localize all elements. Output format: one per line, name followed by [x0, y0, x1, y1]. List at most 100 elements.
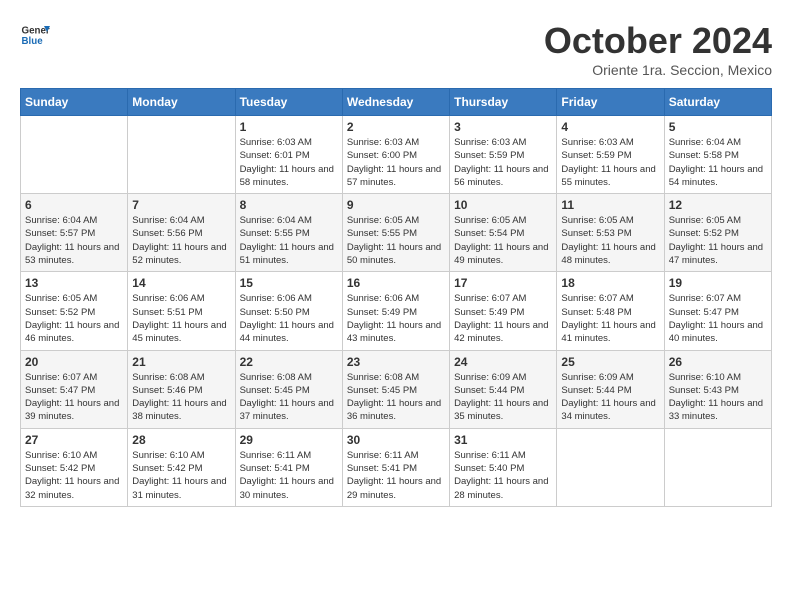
day-number: 1 [240, 120, 338, 134]
day-info: Sunrise: 6:08 AM Sunset: 5:45 PM Dayligh… [240, 371, 338, 424]
calendar-day-cell: 31 Sunrise: 6:11 AM Sunset: 5:40 PM Dayli… [450, 428, 557, 506]
calendar-day-cell: 11 Sunrise: 6:05 AM Sunset: 5:53 PM Dayli… [557, 194, 664, 272]
day-number: 2 [347, 120, 445, 134]
calendar-day-cell [557, 428, 664, 506]
day-number: 17 [454, 276, 552, 290]
day-number: 6 [25, 198, 123, 212]
day-number: 25 [561, 355, 659, 369]
day-info: Sunrise: 6:04 AM Sunset: 5:55 PM Dayligh… [240, 214, 338, 267]
weekday-header-friday: Friday [557, 89, 664, 116]
calendar-day-cell [21, 116, 128, 194]
day-info: Sunrise: 6:08 AM Sunset: 5:45 PM Dayligh… [347, 371, 445, 424]
day-number: 23 [347, 355, 445, 369]
day-info: Sunrise: 6:11 AM Sunset: 5:41 PM Dayligh… [347, 449, 445, 502]
day-number: 4 [561, 120, 659, 134]
calendar-day-cell: 9 Sunrise: 6:05 AM Sunset: 5:55 PM Daylig… [342, 194, 449, 272]
logo: General Blue [20, 20, 50, 50]
calendar-day-cell: 28Sunrise: 6:10 AM Sunset: 5:42 PM Dayli… [128, 428, 235, 506]
day-number: 10 [454, 198, 552, 212]
day-info: Sunrise: 6:03 AM Sunset: 6:01 PM Dayligh… [240, 136, 338, 189]
day-info: Sunrise: 6:10 AM Sunset: 5:43 PM Dayligh… [669, 371, 767, 424]
day-info: Sunrise: 6:07 AM Sunset: 5:47 PM Dayligh… [25, 371, 123, 424]
day-info: Sunrise: 6:10 AM Sunset: 5:42 PM Dayligh… [25, 449, 123, 502]
day-info: Sunrise: 6:11 AM Sunset: 5:40 PM Dayligh… [454, 449, 552, 502]
day-info: Sunrise: 6:03 AM Sunset: 5:59 PM Dayligh… [561, 136, 659, 189]
calendar-day-cell: 17 Sunrise: 6:07 AM Sunset: 5:49 PM Dayli… [450, 272, 557, 350]
calendar-header-row: SundayMondayTuesdayWednesdayThursdayFrid… [21, 89, 772, 116]
day-info: Sunrise: 6:07 AM Sunset: 5:47 PM Dayligh… [669, 292, 767, 345]
calendar-week-row: 20 Sunrise: 6:07 AM Sunset: 5:47 PM Dayli… [21, 350, 772, 428]
day-info: Sunrise: 6:03 AM Sunset: 6:00 PM Dayligh… [347, 136, 445, 189]
calendar-day-cell: 5 Sunrise: 6:04 AM Sunset: 5:58 PM Daylig… [664, 116, 771, 194]
calendar-day-cell: 24 Sunrise: 6:09 AM Sunset: 5:44 PM Dayli… [450, 350, 557, 428]
calendar-day-cell: 14 Sunrise: 6:06 AM Sunset: 5:51 PM Dayli… [128, 272, 235, 350]
calendar-day-cell [664, 428, 771, 506]
calendar-day-cell: 3Sunrise: 6:03 AM Sunset: 5:59 PM Daylig… [450, 116, 557, 194]
calendar-day-cell: 4 Sunrise: 6:03 AM Sunset: 5:59 PM Daylig… [557, 116, 664, 194]
day-number: 29 [240, 433, 338, 447]
day-info: Sunrise: 6:06 AM Sunset: 5:49 PM Dayligh… [347, 292, 445, 345]
day-info: Sunrise: 6:04 AM Sunset: 5:56 PM Dayligh… [132, 214, 230, 267]
day-number: 16 [347, 276, 445, 290]
day-info: Sunrise: 6:07 AM Sunset: 5:49 PM Dayligh… [454, 292, 552, 345]
calendar-day-cell: 1 Sunrise: 6:03 AM Sunset: 6:01 PM Daylig… [235, 116, 342, 194]
calendar-day-cell: 19 Sunrise: 6:07 AM Sunset: 5:47 PM Dayli… [664, 272, 771, 350]
day-number: 14 [132, 276, 230, 290]
day-number: 9 [347, 198, 445, 212]
day-number: 30 [347, 433, 445, 447]
day-info: Sunrise: 6:08 AM Sunset: 5:46 PM Dayligh… [132, 371, 230, 424]
day-number: 24 [454, 355, 552, 369]
day-number: 11 [561, 198, 659, 212]
calendar-day-cell: 29 Sunrise: 6:11 AM Sunset: 5:41 PM Dayli… [235, 428, 342, 506]
day-info: Sunrise: 6:05 AM Sunset: 5:53 PM Dayligh… [561, 214, 659, 267]
day-info: Sunrise: 6:04 AM Sunset: 5:57 PM Dayligh… [25, 214, 123, 267]
day-number: 13 [25, 276, 123, 290]
day-number: 3 [454, 120, 552, 134]
calendar-day-cell: 2 Sunrise: 6:03 AM Sunset: 6:00 PM Daylig… [342, 116, 449, 194]
calendar-day-cell: 27 Sunrise: 6:10 AM Sunset: 5:42 PM Dayli… [21, 428, 128, 506]
day-info: Sunrise: 6:04 AM Sunset: 5:58 PM Dayligh… [669, 136, 767, 189]
calendar-week-row: 6 Sunrise: 6:04 AM Sunset: 5:57 PM Daylig… [21, 194, 772, 272]
day-info: Sunrise: 6:07 AM Sunset: 5:48 PM Dayligh… [561, 292, 659, 345]
day-number: 21 [132, 355, 230, 369]
calendar-day-cell: 16 Sunrise: 6:06 AM Sunset: 5:49 PM Dayli… [342, 272, 449, 350]
calendar-week-row: 1 Sunrise: 6:03 AM Sunset: 6:01 PM Daylig… [21, 116, 772, 194]
weekday-header-monday: Monday [128, 89, 235, 116]
day-number: 5 [669, 120, 767, 134]
day-number: 15 [240, 276, 338, 290]
calendar-day-cell: 8Sunrise: 6:04 AM Sunset: 5:55 PM Daylig… [235, 194, 342, 272]
day-number: 27 [25, 433, 123, 447]
day-number: 31 [454, 433, 552, 447]
weekday-header-thursday: Thursday [450, 89, 557, 116]
day-number: 20 [25, 355, 123, 369]
day-info: Sunrise: 6:06 AM Sunset: 5:51 PM Dayligh… [132, 292, 230, 345]
day-number: 19 [669, 276, 767, 290]
day-info: Sunrise: 6:10 AM Sunset: 5:42 PM Dayligh… [132, 449, 230, 502]
calendar-day-cell: 20 Sunrise: 6:07 AM Sunset: 5:47 PM Dayli… [21, 350, 128, 428]
weekday-header-saturday: Saturday [664, 89, 771, 116]
calendar-day-cell: 18 Sunrise: 6:07 AM Sunset: 5:48 PM Dayli… [557, 272, 664, 350]
calendar-day-cell: 26 Sunrise: 6:10 AM Sunset: 5:43 PM Dayli… [664, 350, 771, 428]
calendar-week-row: 27 Sunrise: 6:10 AM Sunset: 5:42 PM Dayli… [21, 428, 772, 506]
day-number: 26 [669, 355, 767, 369]
day-number: 18 [561, 276, 659, 290]
calendar-day-cell: 22 Sunrise: 6:08 AM Sunset: 5:45 PM Dayli… [235, 350, 342, 428]
calendar-day-cell: 30 Sunrise: 6:11 AM Sunset: 5:41 PM Dayli… [342, 428, 449, 506]
weekday-header-wednesday: Wednesday [342, 89, 449, 116]
day-info: Sunrise: 6:05 AM Sunset: 5:54 PM Dayligh… [454, 214, 552, 267]
calendar-day-cell: 13Sunrise: 6:05 AM Sunset: 5:52 PM Dayli… [21, 272, 128, 350]
title-block: October 2024 Oriente 1ra. Seccion, Mexic… [544, 20, 772, 78]
weekday-header-tuesday: Tuesday [235, 89, 342, 116]
day-info: Sunrise: 6:06 AM Sunset: 5:50 PM Dayligh… [240, 292, 338, 345]
calendar-day-cell: 21 Sunrise: 6:08 AM Sunset: 5:46 PM Dayli… [128, 350, 235, 428]
day-info: Sunrise: 6:05 AM Sunset: 5:52 PM Dayligh… [669, 214, 767, 267]
day-number: 22 [240, 355, 338, 369]
day-info: Sunrise: 6:11 AM Sunset: 5:41 PM Dayligh… [240, 449, 338, 502]
calendar-table: SundayMondayTuesdayWednesdayThursdayFrid… [20, 88, 772, 507]
day-info: Sunrise: 6:09 AM Sunset: 5:44 PM Dayligh… [561, 371, 659, 424]
day-info: Sunrise: 6:09 AM Sunset: 5:44 PM Dayligh… [454, 371, 552, 424]
day-number: 12 [669, 198, 767, 212]
page-header: General Blue October 2024 Oriente 1ra. S… [20, 20, 772, 78]
calendar-day-cell: 7Sunrise: 6:04 AM Sunset: 5:56 PM Daylig… [128, 194, 235, 272]
day-info: Sunrise: 6:05 AM Sunset: 5:55 PM Dayligh… [347, 214, 445, 267]
